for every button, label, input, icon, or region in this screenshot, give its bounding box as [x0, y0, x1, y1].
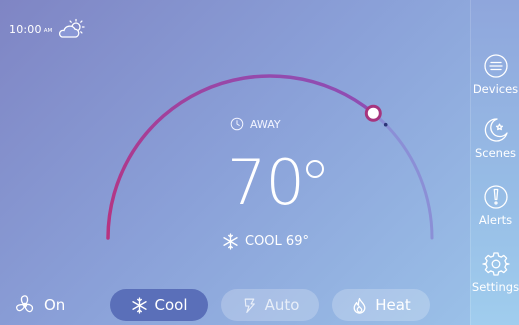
away-label: AWAY [250, 117, 281, 131]
mode-setpoint-text: COOL 69° [245, 233, 309, 249]
sidebar-nav: Devices Scenes Alerts Settings [470, 0, 519, 325]
temperature-value: 70 [227, 146, 305, 219]
setpoint-handle[interactable] [364, 104, 382, 122]
moon-star-icon [484, 118, 508, 142]
fan-toggle[interactable]: On [14, 289, 65, 321]
away-indicator[interactable]: AWAY [230, 115, 281, 133]
sidebar-item-devices-label: Devices [472, 82, 519, 96]
sidebar-item-devices[interactable]: Devices [471, 52, 519, 112]
mode-setpoint-label: COOL 69° [222, 232, 309, 250]
current-temperature: 70 [227, 148, 324, 218]
sidebar-item-alerts-label: Alerts [478, 213, 513, 227]
flame-icon [353, 297, 366, 314]
snowflake-icon [223, 232, 238, 250]
sidebar-item-scenes[interactable]: Scenes [471, 116, 519, 176]
cool-mode-label: Cool [154, 296, 188, 314]
sidebar-item-settings[interactable]: Settings [471, 250, 519, 310]
sidebar-item-settings-label: Settings [471, 280, 519, 294]
current-temp-marker [383, 122, 388, 127]
auto-mode-button[interactable]: Auto [221, 289, 319, 321]
thermostat-screen: 10:00 AM AWAY 70 COOL 69° On Cool Auto H… [0, 0, 519, 325]
degree-symbol [305, 160, 324, 178]
heat-mode-label: Heat [375, 296, 411, 314]
fan-label: On [44, 296, 66, 314]
clock-icon [230, 117, 244, 131]
devices-icon [483, 54, 508, 78]
auto-icon [244, 298, 255, 313]
heat-mode-button[interactable]: Heat [332, 289, 430, 321]
cool-mode-button[interactable]: Cool [110, 289, 208, 321]
snowflake-icon [131, 296, 147, 314]
auto-mode-label: Auto [264, 296, 300, 314]
sidebar-item-scenes-label: Scenes [474, 146, 517, 160]
fan-icon [15, 295, 34, 313]
gear-icon [481, 252, 510, 276]
sidebar-item-alerts[interactable]: Alerts [471, 183, 519, 243]
alert-icon [483, 185, 508, 209]
